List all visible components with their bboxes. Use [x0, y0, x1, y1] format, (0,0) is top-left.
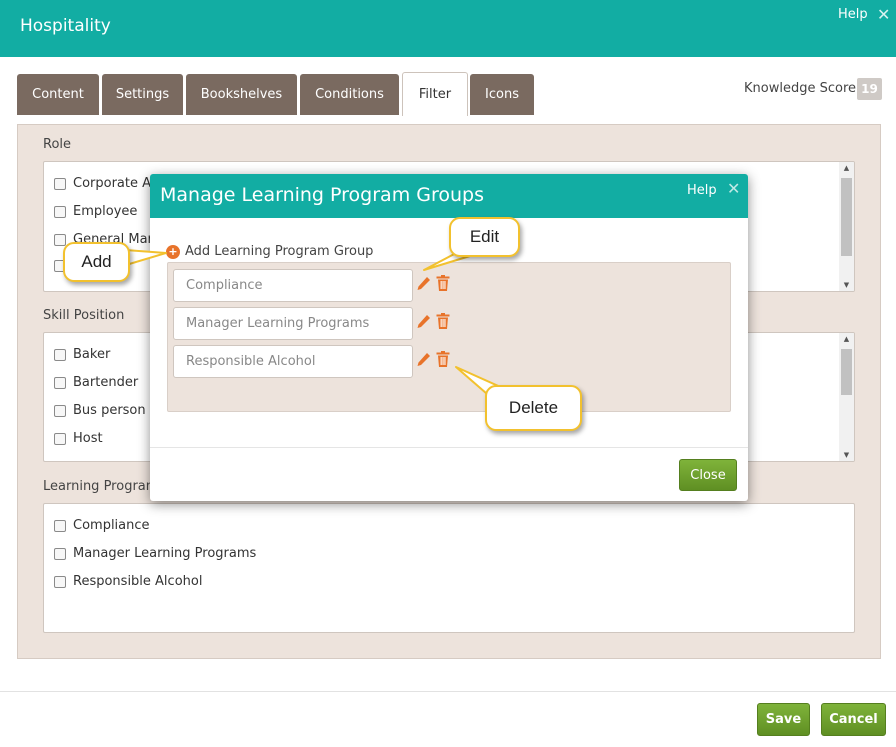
list-item[interactable]: Host: [54, 431, 103, 446]
list-item[interactable]: Baker: [54, 347, 110, 362]
tab-content[interactable]: Content: [17, 74, 99, 115]
list-item[interactable]: Responsible Alcohol: [54, 574, 202, 589]
list-item[interactable]: Bartender: [54, 375, 138, 390]
modal-close-button[interactable]: Close: [679, 459, 737, 491]
tab-icons[interactable]: Icons: [470, 74, 534, 115]
checkbox[interactable]: [54, 205, 66, 218]
list-item[interactable]: Bus person: [54, 403, 146, 418]
tab-conditions[interactable]: Conditions: [300, 74, 399, 115]
checkbox[interactable]: [54, 177, 66, 190]
checkbox[interactable]: [54, 519, 66, 532]
cancel-button[interactable]: Cancel: [821, 703, 886, 736]
scrollbar[interactable]: ▲ ▼: [839, 162, 854, 291]
trash-icon[interactable]: [435, 312, 451, 330]
groups-list: Compliance Manager Learning Programs Res…: [167, 262, 731, 412]
app-header: Hospitality Help ✕: [0, 0, 896, 57]
modal-divider: [150, 447, 748, 448]
tab-settings[interactable]: Settings: [102, 74, 183, 115]
learning-program-list: Compliance Manager Learning Programs Res…: [43, 503, 855, 633]
scroll-down-icon[interactable]: ▼: [839, 281, 854, 289]
checkbox[interactable]: [54, 404, 66, 417]
checkbox[interactable]: [54, 547, 66, 560]
knowledge-score-badge: 19: [857, 78, 882, 100]
modal-header: Manage Learning Program Groups Help ✕: [150, 174, 748, 218]
tab-filter[interactable]: Filter: [402, 72, 468, 116]
edit-callout: Edit: [449, 217, 520, 257]
close-icon[interactable]: ✕: [727, 179, 740, 198]
knowledge-score-label: Knowledge Score: [744, 81, 857, 96]
trash-icon[interactable]: [435, 350, 451, 368]
pencil-icon[interactable]: [416, 313, 432, 331]
modal-help-link[interactable]: Help: [687, 183, 717, 198]
group-name-field[interactable]: Compliance: [173, 269, 413, 302]
app-title: Hospitality: [20, 16, 111, 36]
help-link[interactable]: Help: [838, 7, 868, 22]
checkbox[interactable]: [54, 432, 66, 445]
list-item[interactable]: Manager Learning Programs: [54, 546, 256, 561]
scrollbar[interactable]: ▲ ▼: [839, 333, 854, 461]
scroll-up-icon[interactable]: ▲: [839, 335, 854, 343]
skill-position-label: Skill Position: [43, 308, 125, 323]
scroll-up-icon[interactable]: ▲: [839, 164, 854, 172]
close-icon[interactable]: ✕: [877, 5, 890, 24]
scroll-thumb[interactable]: [841, 349, 852, 395]
trash-icon[interactable]: [435, 274, 451, 292]
scroll-down-icon[interactable]: ▼: [839, 451, 854, 459]
delete-callout: Delete: [485, 385, 582, 431]
learning-program-label: Learning Program: [43, 479, 159, 494]
group-name-field[interactable]: Responsible Alcohol: [173, 345, 413, 378]
plus-circle-icon[interactable]: +: [166, 244, 180, 259]
group-name-field[interactable]: Manager Learning Programs: [173, 307, 413, 340]
add-group-label[interactable]: Add Learning Program Group: [185, 244, 373, 259]
role-label: Role: [43, 137, 72, 152]
save-button[interactable]: Save: [757, 703, 810, 736]
pencil-icon[interactable]: [416, 275, 432, 293]
add-callout: Add: [63, 242, 130, 282]
tab-bookshelves[interactable]: Bookshelves: [186, 74, 297, 115]
checkbox[interactable]: [54, 348, 66, 361]
checkbox[interactable]: [54, 376, 66, 389]
add-group-link[interactable]: + Add Learning Program Group: [166, 244, 373, 259]
pencil-icon[interactable]: [416, 351, 432, 369]
list-item[interactable]: Compliance: [54, 518, 150, 533]
footer-divider: [0, 691, 896, 692]
modal-title: Manage Learning Program Groups: [160, 184, 484, 206]
list-item[interactable]: Employee: [54, 204, 137, 219]
checkbox[interactable]: [54, 575, 66, 588]
list-item[interactable]: Corporate Ad: [54, 176, 159, 191]
scroll-thumb[interactable]: [841, 178, 852, 256]
checkbox[interactable]: [54, 233, 66, 246]
